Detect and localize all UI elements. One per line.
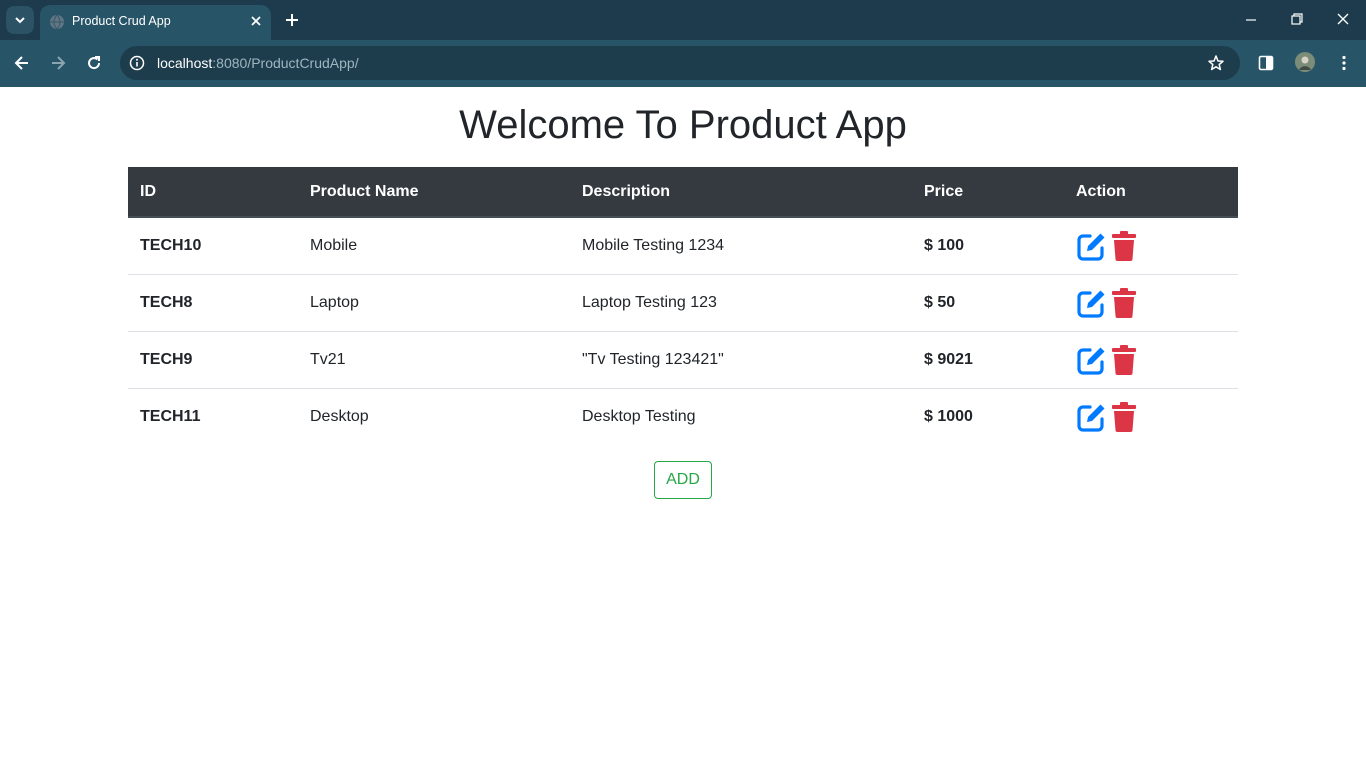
table-header-row: ID Product Name Description Price Action: [128, 167, 1238, 218]
edit-icon: [1077, 233, 1105, 261]
avatar-icon: [1295, 52, 1315, 72]
bookmark-star-icon[interactable]: [1207, 54, 1225, 72]
delete-button[interactable]: [1110, 230, 1138, 262]
edit-icon: [1077, 290, 1105, 318]
table-row: TECH11 Desktop Desktop Testing $ 1000: [128, 388, 1238, 445]
table-row: TECH8 Laptop Laptop Testing 123 $ 50: [128, 274, 1238, 331]
more-menu-icon[interactable]: [1335, 54, 1353, 72]
cell-id: TECH10: [140, 236, 202, 254]
minimize-icon[interactable]: [1244, 12, 1258, 26]
trash-icon: [1112, 287, 1136, 318]
delete-button[interactable]: [1110, 344, 1138, 376]
table-row: TECH10 Mobile Mobile Testing 1234 $ 100: [128, 217, 1238, 274]
new-tab-icon[interactable]: [283, 11, 301, 29]
url-path: :8080/ProductCrudApp/: [212, 55, 359, 71]
product-table-container: ID Product Name Description Price Action…: [128, 167, 1238, 445]
header-id: ID: [128, 167, 298, 218]
cell-price: $ 50: [924, 293, 956, 311]
browser-toolbar: localhost:8080/ProductCrudApp/: [0, 40, 1366, 87]
side-panel-icon[interactable]: [1257, 54, 1275, 72]
reload-icon[interactable]: [85, 54, 103, 72]
cell-name: Desktop: [310, 407, 369, 425]
cell-id: TECH9: [140, 350, 193, 368]
edit-button[interactable]: [1076, 344, 1108, 376]
header-description: Description: [570, 167, 912, 218]
cell-price: $ 100: [924, 236, 965, 254]
edit-button[interactable]: [1076, 230, 1108, 262]
table-row: TECH9 Tv21 "Tv Testing 123421" $ 9021: [128, 331, 1238, 388]
back-arrow-icon[interactable]: [13, 54, 31, 72]
edit-icon: [1077, 347, 1105, 375]
cell-name: Tv21: [310, 350, 346, 368]
tab-search-button[interactable]: [6, 6, 34, 34]
globe-icon: [50, 14, 64, 30]
cell-actions: [1064, 217, 1238, 274]
cell-id: TECH11: [140, 407, 201, 425]
edit-icon: [1077, 404, 1105, 432]
header-action: Action: [1064, 167, 1238, 218]
close-icon[interactable]: [248, 13, 264, 29]
trash-icon: [1112, 344, 1136, 375]
cell-name: Laptop: [310, 293, 359, 311]
delete-button[interactable]: [1110, 401, 1138, 433]
delete-button[interactable]: [1110, 287, 1138, 319]
cell-actions: [1064, 388, 1238, 445]
header-price: Price: [912, 167, 1064, 218]
cell-price: $ 9021: [924, 350, 973, 368]
page-title: Welcome To Product App: [459, 103, 907, 147]
restore-icon[interactable]: [1290, 12, 1304, 26]
window-close-icon[interactable]: [1336, 12, 1350, 26]
cell-actions: [1064, 274, 1238, 331]
site-info-icon[interactable]: [129, 55, 145, 71]
cell-actions: [1064, 331, 1238, 388]
chevron-down-icon: [15, 17, 25, 24]
edit-button[interactable]: [1076, 287, 1108, 319]
profile-avatar[interactable]: [1295, 52, 1315, 72]
trash-icon: [1112, 230, 1136, 261]
browser-tab[interactable]: Product Crud App: [40, 5, 271, 40]
cell-description: Laptop Testing 123: [582, 293, 717, 311]
add-button[interactable]: ADD: [654, 461, 712, 499]
address-bar[interactable]: localhost:8080/ProductCrudApp/: [120, 46, 1240, 80]
browser-tab-bar: Product Crud App: [0, 0, 1366, 40]
forward-arrow-icon[interactable]: [49, 54, 67, 72]
cell-id: TECH8: [140, 293, 193, 311]
cell-name: Mobile: [310, 236, 358, 254]
url-text: localhost:8080/ProductCrudApp/: [157, 55, 359, 71]
edit-button[interactable]: [1076, 401, 1108, 433]
trash-icon: [1112, 401, 1136, 432]
url-host: localhost: [157, 55, 213, 71]
tab-title: Product Crud App: [72, 14, 171, 28]
header-product-name: Product Name: [298, 167, 570, 218]
cell-price: $ 1000: [924, 407, 973, 425]
product-table: ID Product Name Description Price Action…: [128, 167, 1238, 445]
cell-description: "Tv Testing 123421": [582, 350, 724, 368]
cell-description: Desktop Testing: [582, 407, 696, 425]
cell-description: Mobile Testing 1234: [582, 236, 725, 254]
